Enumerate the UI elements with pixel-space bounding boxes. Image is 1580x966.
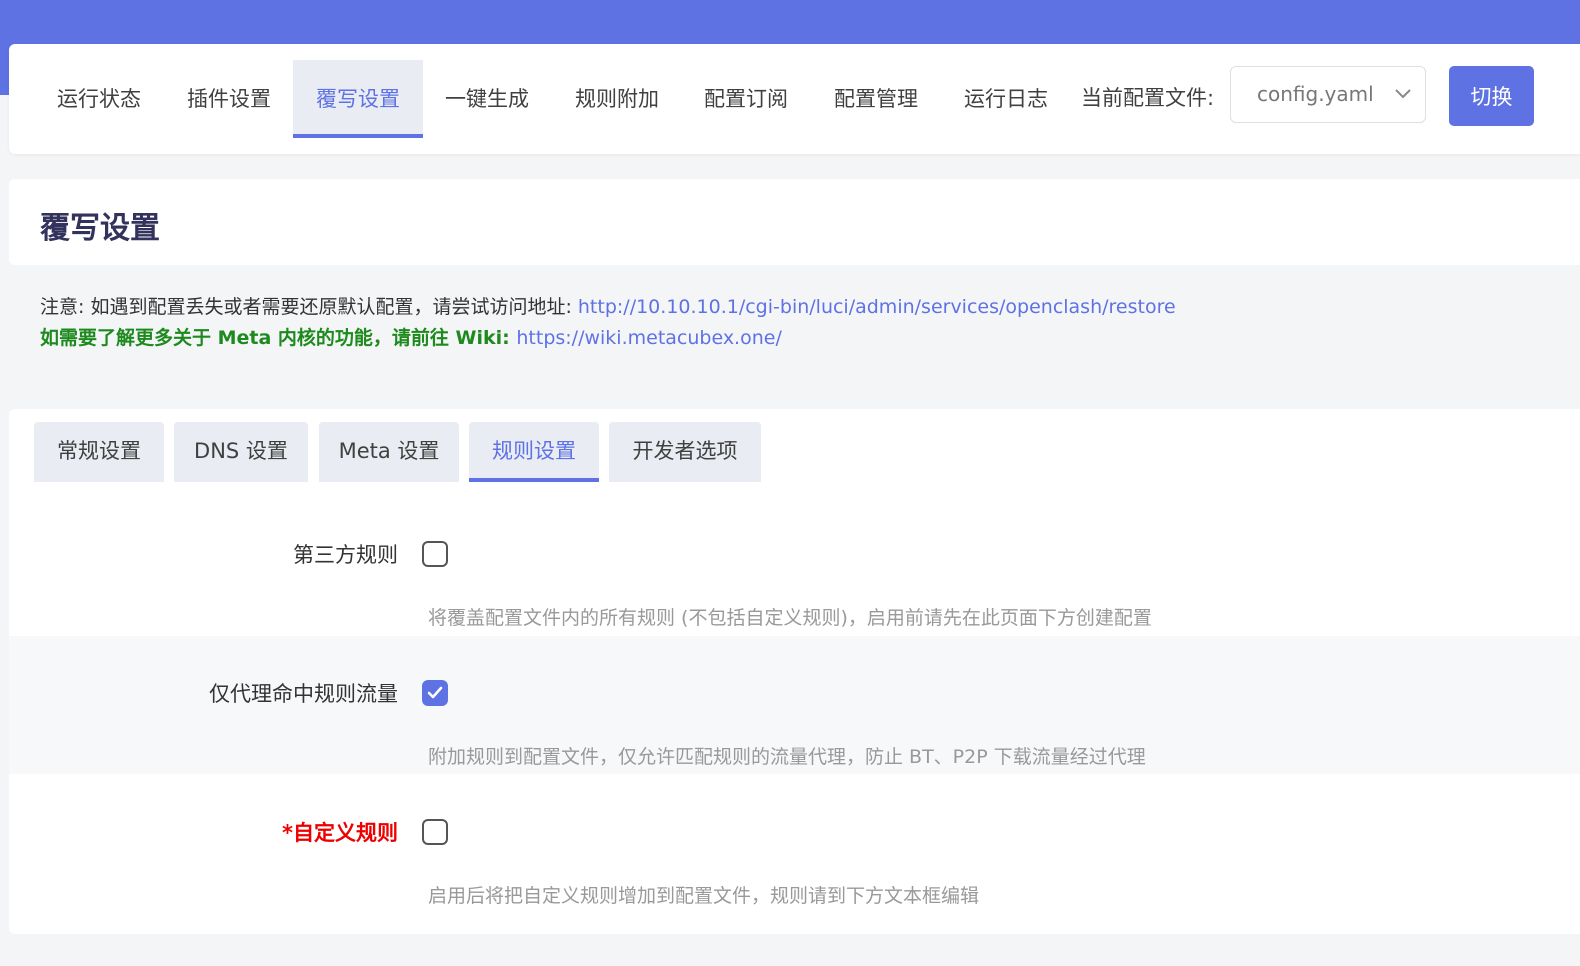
proxy-rule-traffic-only-checkbox[interactable] <box>422 680 448 706</box>
tab-run-log[interactable]: 运行日志 <box>946 60 1066 138</box>
subtab-developer[interactable]: 开发者选项 <box>609 422 761 482</box>
config-file-label: 当前配置文件: <box>1081 86 1215 110</box>
page-title: 覆写设置 <box>40 211 160 246</box>
check-icon <box>427 686 443 699</box>
subtab-rules[interactable]: 规则设置 <box>469 422 599 482</box>
config-file-select[interactable]: config.yaml <box>1230 66 1426 123</box>
tab-config-subscribe[interactable]: 配置订阅 <box>686 60 806 138</box>
tab-rule-append[interactable]: 规则附加 <box>557 60 677 138</box>
main-nav: 运行状态 插件设置 覆写设置 一键生成 规则附加 配置订阅 配置管理 运行日志 … <box>9 44 1580 154</box>
setting-description: 附加规则到配置文件，仅允许匹配规则的流量代理，防止 BT、P2P 下载流量经过代… <box>428 746 1146 768</box>
restore-link[interactable]: http://10.10.10.1/cgi-bin/luci/admin/ser… <box>578 296 1176 318</box>
settings-card: 常规设置 DNS 设置 Meta 设置 规则设置 开发者选项 第三方规则 将覆盖… <box>9 409 1580 934</box>
setting-label: *自定义规则 <box>282 821 398 845</box>
tab-plugin-settings[interactable]: 插件设置 <box>169 60 289 138</box>
subtab-dns[interactable]: DNS 设置 <box>174 422 308 482</box>
wiki-note-text: 如需要了解更多关于 Meta 内核的功能，请前往 Wiki: <box>40 327 517 349</box>
chevron-down-icon <box>1395 89 1411 99</box>
custom-rules-checkbox[interactable] <box>422 819 448 845</box>
subtab-meta[interactable]: Meta 设置 <box>319 422 459 482</box>
tab-status[interactable]: 运行状态 <box>39 60 159 138</box>
switch-config-button[interactable]: 切换 <box>1449 66 1534 126</box>
setting-description: 将覆盖配置文件内的所有规则 (不包括自定义规则)，启用前请先在此页面下方创建配置 <box>428 607 1152 629</box>
third-party-rules-checkbox[interactable] <box>422 541 448 567</box>
setting-row-custom-rules: *自定义规则 启用后将把自定义规则增加到配置文件，规则请到下方文本框编辑 <box>9 775 1580 913</box>
wiki-note: 如需要了解更多关于 Meta 内核的功能，请前往 Wiki: https://w… <box>40 323 782 350</box>
config-file-value: config.yaml <box>1257 82 1374 106</box>
tab-one-click-generate[interactable]: 一键生成 <box>427 60 547 138</box>
setting-description: 启用后将把自定义规则增加到配置文件，规则请到下方文本框编辑 <box>428 885 980 907</box>
restore-note: 注意: 如遇到配置丢失或者需要还原默认配置，请尝试访问地址: http://10… <box>40 292 1176 319</box>
setting-row-proxy-rule-traffic-only: 仅代理命中规则流量 附加规则到配置文件，仅允许匹配规则的流量代理，防止 BT、P… <box>9 636 1580 774</box>
tab-override-settings[interactable]: 覆写设置 <box>293 60 423 138</box>
tab-config-manage[interactable]: 配置管理 <box>816 60 936 138</box>
setting-label: 第三方规则 <box>293 543 398 567</box>
subtab-general[interactable]: 常规设置 <box>34 422 164 482</box>
title-card: 覆写设置 <box>9 179 1580 265</box>
setting-label: 仅代理命中规则流量 <box>209 682 398 706</box>
setting-row-third-party-rules: 第三方规则 将覆盖配置文件内的所有规则 (不包括自定义规则)，启用前请先在此页面… <box>9 497 1580 635</box>
wiki-link[interactable]: https://wiki.metacubex.one/ <box>516 327 781 349</box>
restore-note-text: 注意: 如遇到配置丢失或者需要还原默认配置，请尝试访问地址: <box>40 296 578 318</box>
